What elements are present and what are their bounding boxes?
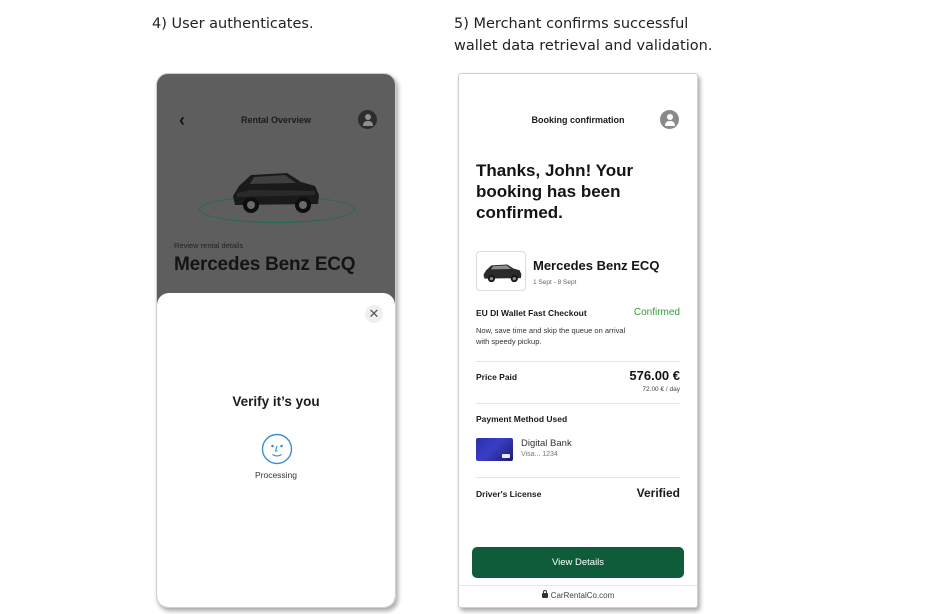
step-4-caption: 4) User authenticates. <box>152 16 314 32</box>
price-per-day: 72.00 € / day <box>642 386 680 393</box>
verify-title: Verify it’s you <box>232 394 320 409</box>
confirmation-heading-line-2: booking has been <box>476 182 621 201</box>
rental-dates: 1 Sept - 8 Sept <box>533 279 577 286</box>
user-avatar-icon[interactable] <box>358 110 377 129</box>
face-scan-icon <box>261 433 293 465</box>
checkout-description-line-2: with speedy pickup. <box>476 337 542 346</box>
footer-divider <box>459 585 697 586</box>
price-label: Price Paid <box>476 372 518 382</box>
payment-method-label: Payment Method Used <box>476 414 568 424</box>
checkout-status: Confirmed <box>633 307 680 318</box>
drivers-license-label: Driver's License <box>476 489 542 499</box>
checkout-description: Now, save time and skip the queue on arr… <box>476 325 686 347</box>
car-image <box>233 173 319 213</box>
step-5-caption-line-2: wallet data retrieval and validation. <box>454 38 713 54</box>
price-value: 576.00 € <box>629 368 680 383</box>
confirmation-heading-line-1: Thanks, John! Your <box>476 161 634 180</box>
step-5-caption-line-1: 5) Merchant confirms successful <box>454 16 689 32</box>
authentication-screen: ‹ Rental Overview Review rental details … <box>156 73 396 608</box>
bank-card-icon <box>476 438 513 461</box>
license-status: Verified <box>636 486 680 500</box>
review-label: Review rental details <box>174 241 244 250</box>
checkout-label: EU DI Wallet Fast Checkout <box>476 308 587 318</box>
rental-overview-header: ‹ Rental Overview <box>157 108 395 134</box>
view-details-button[interactable]: View Details <box>472 547 684 578</box>
checkout-description-line-1: Now, save time and skip the queue on arr… <box>476 326 626 335</box>
confirmation-heading-line-3: confirmed. <box>476 203 563 222</box>
booking-confirmation-screen: Booking confirmation Thanks, John! Your … <box>458 73 698 608</box>
car-image <box>483 264 522 283</box>
card-number: Visa... 1234 <box>521 451 558 458</box>
step-5-caption: 5) Merchant confirms successful wallet d… <box>454 13 712 57</box>
lock-icon <box>541 590 548 598</box>
close-icon[interactable]: ✕ <box>365 305 383 323</box>
user-avatar-icon[interactable] <box>660 110 679 129</box>
car-thumbnail <box>476 251 526 291</box>
site-url: CarRentalCo.com <box>550 591 615 600</box>
divider <box>476 361 680 362</box>
confirmation-heading: Thanks, John! Your booking has been conf… <box>476 160 666 223</box>
car-name: Mercedes Benz ECQ <box>533 258 660 273</box>
divider <box>476 477 680 478</box>
bank-name: Digital Bank <box>521 438 572 449</box>
divider <box>476 403 680 404</box>
processing-status: Processing <box>254 470 298 480</box>
verify-bottom-sheet: ✕ Verify it’s you Processing <box>157 293 395 607</box>
car-name-heading: Mercedes Benz ECQ <box>174 254 356 275</box>
site-footer: CarRentalCo.com <box>459 590 697 600</box>
